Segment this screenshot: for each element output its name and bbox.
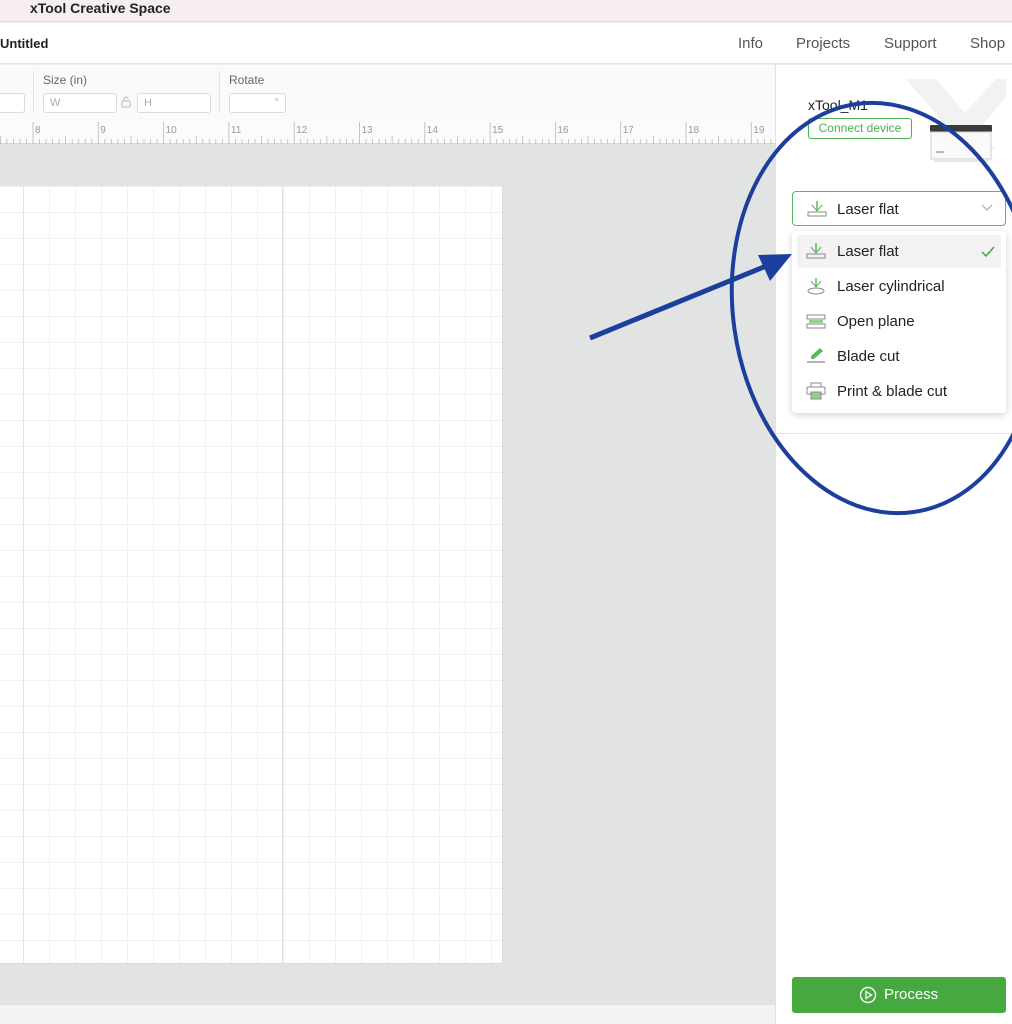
ruler-tick-label: 9 (100, 125, 106, 136)
ruler-tick-label: 18 (688, 125, 700, 136)
mode-option-blade-cut[interactable]: Blade cut (797, 340, 1001, 373)
ruler-tick-label: 10 (166, 125, 178, 136)
ruler-tick-label: 8 (35, 125, 41, 136)
grid-major-line (282, 186, 283, 963)
ruler-tick-label: 11 (231, 125, 242, 136)
position-field[interactable] (0, 93, 25, 113)
lock-aspect-icon[interactable] (121, 96, 131, 108)
width-placeholder: W (50, 97, 61, 109)
nav-support[interactable]: Support (884, 35, 937, 52)
laser-flat-icon (806, 243, 826, 259)
checkmark-icon (981, 246, 995, 257)
panel-divider (776, 433, 1012, 434)
mode-option-open-plane[interactable]: Open plane (797, 305, 1001, 338)
ruler-tick-label: 19 (753, 125, 765, 136)
horizontal-scrollbar[interactable] (0, 1004, 775, 1024)
mode-option-laser-cylindrical[interactable]: Laser cylindrical (797, 270, 1001, 303)
laser-flat-icon (807, 201, 827, 217)
blade-cut-icon (807, 348, 825, 363)
horizontal-ruler: 8 9 10 11 12 13 14 15 16 17 18 19 (0, 122, 775, 144)
mode-option-label: Open plane (837, 313, 915, 330)
grid-major-line (23, 186, 24, 963)
mode-option-print-blade-cut[interactable]: Print & blade cut (797, 375, 1001, 408)
print-blade-cut-icon (806, 382, 826, 400)
rotate-label: Rotate (229, 73, 265, 87)
canvas-area[interactable] (0, 144, 775, 1004)
ruler-tick-label: 13 (362, 125, 374, 136)
ruler-tick-label: 15 (492, 125, 504, 136)
open-plane-icon (806, 314, 826, 329)
title-bar: xTool Creative Space (0, 0, 1012, 22)
ruler-tick-label: 17 (623, 125, 635, 136)
mode-option-label: Laser cylindrical (837, 278, 945, 295)
laser-cylindrical-icon (807, 278, 825, 295)
app-title: xTool Creative Space (30, 0, 171, 16)
device-image (930, 125, 992, 162)
nav-projects[interactable]: Projects (796, 35, 850, 52)
mode-option-label: Print & blade cut (837, 383, 948, 400)
ruler-tick-label: 14 (427, 125, 439, 136)
document-title[interactable]: Untitled (0, 36, 48, 51)
ruler-ticks: 8 9 10 11 12 13 14 15 16 17 18 19 (0, 122, 772, 144)
connect-device-button[interactable]: Connect device (808, 118, 912, 139)
process-button-label: Process (884, 986, 939, 1003)
nav-info[interactable]: Info (738, 35, 763, 52)
work-mode-select[interactable]: Laser flat (792, 191, 1006, 226)
right-panel: xTool_M1 Connect device Laser flat Laser… (775, 65, 1012, 1024)
width-field[interactable]: W (43, 93, 117, 113)
rotate-field[interactable]: ° (229, 93, 286, 113)
height-field[interactable]: H (137, 93, 211, 113)
mode-option-label: Laser flat (837, 243, 899, 260)
mode-option-laser-flat[interactable]: Laser flat (797, 235, 1001, 268)
device-card: xTool_M1 Connect device (776, 65, 1012, 175)
mode-option-label: Blade cut (837, 348, 900, 365)
artboard[interactable] (0, 186, 503, 964)
ruler-tick-label: 16 (557, 125, 569, 136)
ruler-tick-label: 12 (296, 125, 308, 136)
chevron-down-icon (981, 204, 993, 211)
play-circle-icon (859, 986, 877, 1004)
size-label: Size (in) (43, 73, 88, 87)
work-mode-dropdown: Laser flat Laser cylindrical Open plane (792, 231, 1006, 413)
work-mode-selected-label: Laser flat (837, 201, 899, 218)
toolbar-divider (219, 71, 220, 113)
height-placeholder: H (144, 97, 152, 109)
rotate-unit: ° (274, 97, 279, 109)
device-name: xTool_M1 (808, 97, 868, 113)
toolbar-divider (33, 71, 34, 113)
process-button[interactable]: Process (792, 977, 1006, 1013)
top-nav-bar: Untitled Info Projects Support Shop (0, 23, 1012, 64)
nav-shop[interactable]: Shop (970, 35, 1005, 52)
property-toolbar: Size (in) W H Rotate ° (0, 65, 775, 122)
